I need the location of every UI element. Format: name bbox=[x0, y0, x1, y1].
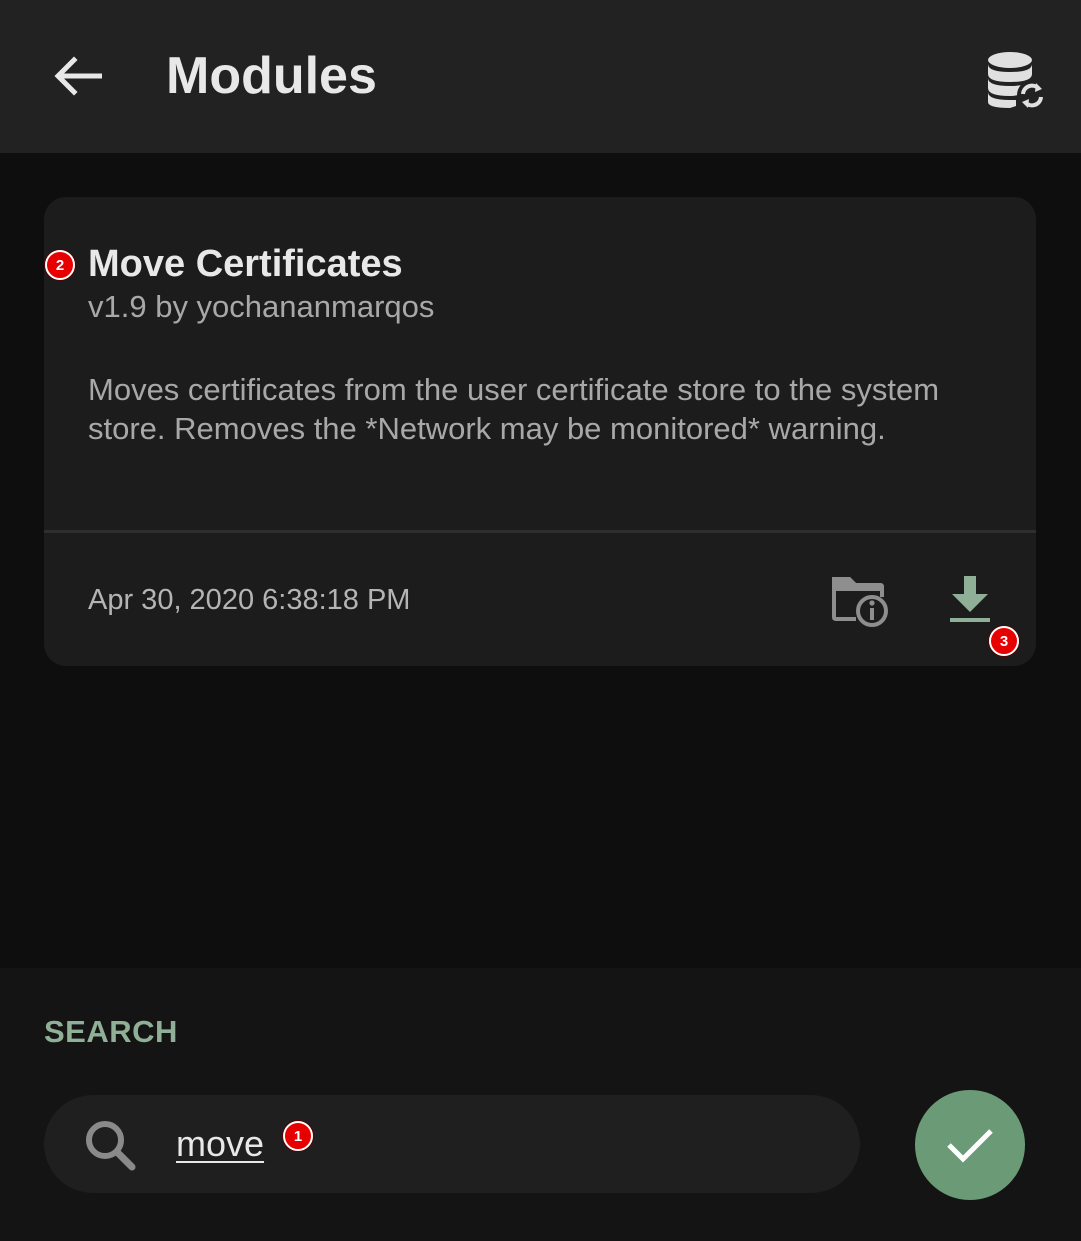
top-app-bar: Modules bbox=[0, 0, 1081, 153]
confirm-search-button[interactable] bbox=[915, 1090, 1025, 1200]
module-version-author: v1.9 by yochananmarqos bbox=[88, 289, 435, 324]
badge-module-title: 2 bbox=[45, 250, 75, 280]
search-input[interactable]: move bbox=[176, 1121, 264, 1167]
card-divider bbox=[44, 530, 1036, 533]
search-field[interactable]: move bbox=[44, 1095, 860, 1193]
back-button[interactable] bbox=[40, 38, 116, 114]
module-updated-date: Apr 30, 2020 6:38:18 PM bbox=[88, 584, 411, 616]
module-description: Moves certificates from the user certifi… bbox=[88, 372, 940, 446]
page-title: Modules bbox=[166, 47, 377, 105]
repository-sync-button[interactable] bbox=[978, 42, 1058, 118]
arrow-left-icon bbox=[54, 56, 102, 96]
magnifier-icon bbox=[86, 1121, 136, 1171]
badge-download-button: 3 bbox=[989, 626, 1019, 656]
checkmark-icon bbox=[947, 1129, 993, 1163]
folder-info-icon bbox=[832, 577, 888, 627]
download-icon bbox=[950, 576, 990, 622]
module-title: Move Certificates bbox=[88, 243, 403, 285]
module-info-button[interactable] bbox=[824, 565, 896, 633]
database-sync-icon bbox=[988, 52, 1047, 110]
download-button[interactable] bbox=[934, 565, 1006, 633]
search-section-label: SEARCH bbox=[44, 1014, 178, 1049]
search-sheet: SEARCH move bbox=[0, 968, 1081, 1241]
app-root: Modules Move Certificates v1.9 by yochan… bbox=[0, 0, 1081, 1241]
module-card[interactable]: Move Certificates v1.9 by yochananmarqos… bbox=[44, 197, 1036, 666]
badge-search-input: 1 bbox=[283, 1121, 313, 1151]
